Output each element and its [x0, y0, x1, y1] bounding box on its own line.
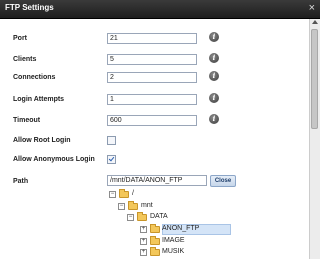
collapse-icon[interactable]: −: [109, 191, 116, 198]
expand-icon[interactable]: +: [140, 226, 147, 233]
allow-root-login-checkbox[interactable]: [107, 136, 116, 145]
allow-anonymous-login-checkbox[interactable]: [107, 155, 116, 164]
login-attempts-label: Login Attempts: [13, 96, 65, 103]
collapse-icon[interactable]: −: [118, 203, 125, 210]
login-attempts-info-icon[interactable]: i: [209, 93, 219, 103]
folder-icon: [119, 189, 129, 198]
expand-icon[interactable]: +: [140, 249, 147, 256]
timeout-info-icon[interactable]: i: [209, 114, 219, 124]
connections-label: Connections: [13, 74, 56, 81]
tree-item-musik[interactable]: + MUSIK: [137, 247, 217, 258]
path-input[interactable]: /mnt/DATA/ANON_FTP: [107, 175, 207, 186]
tree-label: MUSIK: [162, 248, 185, 255]
tree-item-image[interactable]: + IMAGE: [137, 236, 217, 247]
folder-icon: [137, 212, 147, 221]
tree-item-mnt[interactable]: − mnt: [118, 201, 178, 212]
folder-icon: [150, 247, 160, 256]
clients-label: Clients: [13, 56, 37, 63]
connections-info-icon[interactable]: i: [209, 71, 219, 81]
allow-root-login-label: Allow Root Login: [13, 137, 71, 144]
tree-label: IMAGE: [162, 237, 185, 244]
folder-icon: [128, 201, 138, 210]
port-label: Port: [13, 35, 27, 42]
path-close-button[interactable]: Close: [210, 175, 236, 187]
connections-input[interactable]: 2: [107, 72, 197, 83]
tree-item-root[interactable]: − /: [109, 189, 169, 200]
clients-info-icon[interactable]: i: [209, 53, 219, 63]
tree-label: DATA: [150, 213, 168, 220]
scroll-up-arrow-icon[interactable]: [312, 20, 318, 24]
dialog-close-icon[interactable]: ×: [309, 1, 315, 15]
tree-label: /: [132, 190, 134, 197]
port-info-icon[interactable]: i: [209, 32, 219, 42]
port-input[interactable]: 21: [107, 33, 197, 44]
clients-input[interactable]: 5: [107, 54, 197, 65]
timeout-label: Timeout: [13, 117, 41, 124]
tree-label: mnt: [141, 202, 153, 209]
dialog-title: FTP Settings: [5, 3, 54, 12]
scrollbar-thumb[interactable]: [311, 29, 318, 129]
login-attempts-input[interactable]: 1: [107, 94, 197, 105]
collapse-icon[interactable]: −: [127, 214, 134, 221]
tree-label: ANON_FTP: [162, 225, 200, 232]
expand-icon[interactable]: +: [140, 238, 147, 245]
dialog-titlebar: FTP Settings ×: [0, 0, 320, 19]
vertical-scrollbar[interactable]: [309, 19, 320, 259]
folder-icon: [150, 224, 160, 233]
tree-item-anon-ftp[interactable]: + ANON_FTP: [137, 224, 231, 235]
allow-anonymous-login-label: Allow Anonymous Login: [13, 156, 95, 163]
tree-item-data[interactable]: − DATA: [127, 212, 187, 223]
folder-icon: [150, 236, 160, 245]
path-label: Path: [13, 178, 29, 185]
timeout-input[interactable]: 600: [107, 115, 197, 126]
